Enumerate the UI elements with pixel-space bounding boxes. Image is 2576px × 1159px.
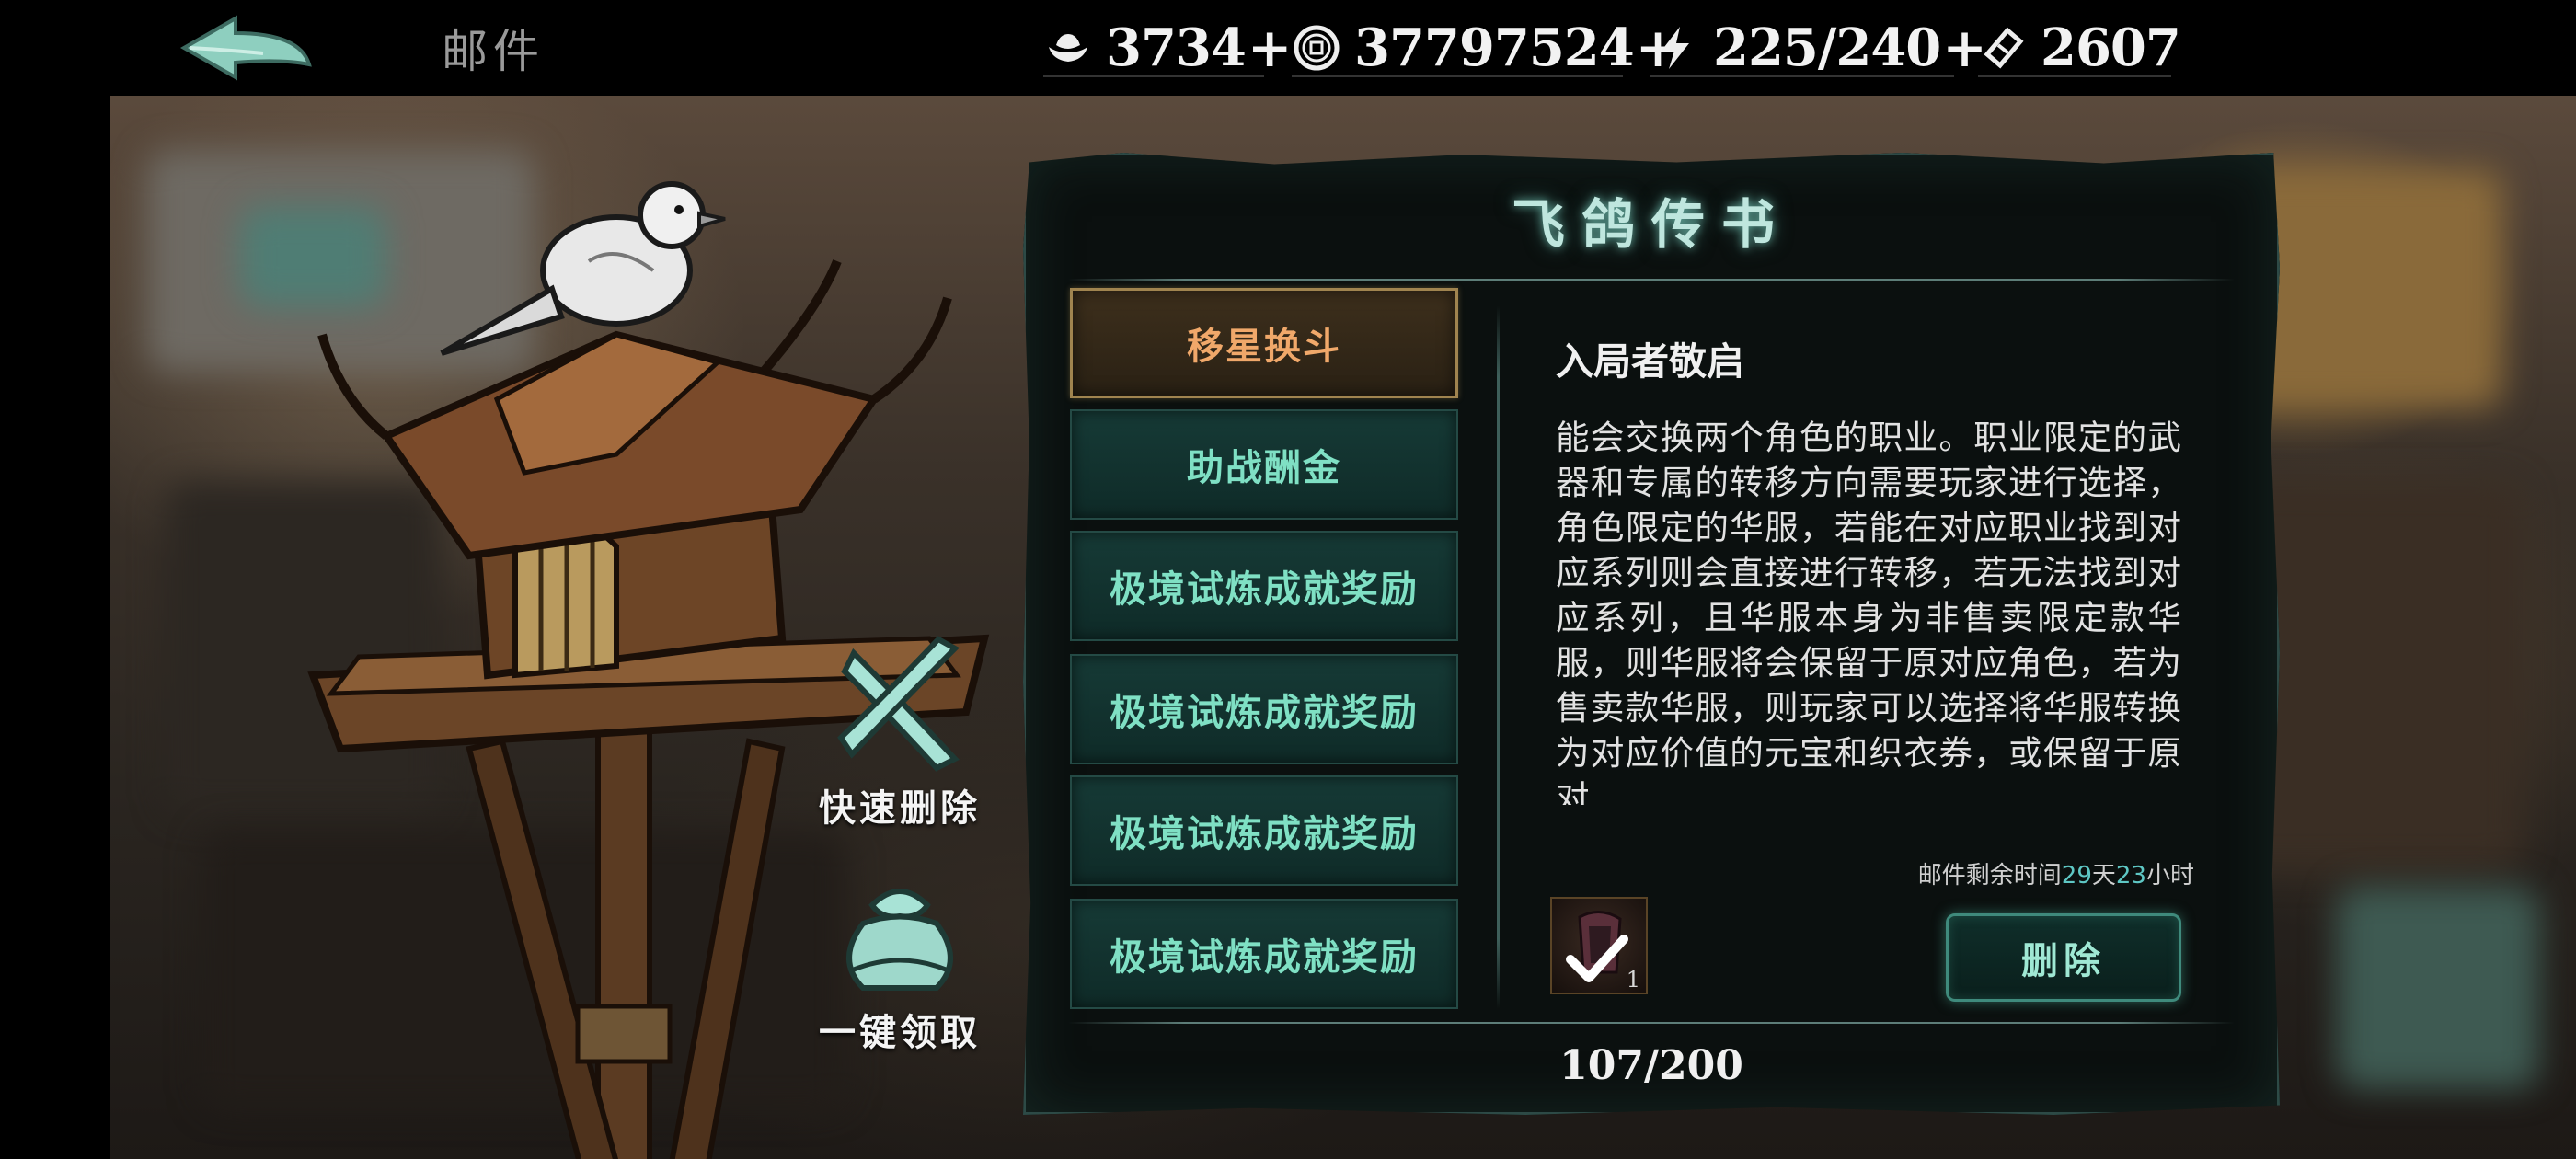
mail-item[interactable]: 极境试炼成就奖励 xyxy=(1070,654,1458,764)
divider xyxy=(1068,279,2235,281)
delete-label: 删除 xyxy=(2021,939,2106,982)
expire-day-unit: 天 xyxy=(2091,862,2116,889)
divider xyxy=(1068,1022,2235,1024)
add-ingot-button[interactable]: + xyxy=(1248,17,1293,79)
expire-prefix: 邮件剩余时间 xyxy=(1917,862,2062,889)
attachment-item[interactable]: 1 xyxy=(1550,897,1648,994)
panel-title: 飞鸽传书 xyxy=(1511,193,1791,256)
checkmark-icon xyxy=(1566,935,1628,982)
divider xyxy=(1650,75,1954,77)
resource-coin[interactable]: 37797524 + xyxy=(1292,11,1680,85)
mail-counter: 107/200 xyxy=(1559,1042,1743,1089)
mail-item-label: 极境试炼成就奖励 xyxy=(1110,568,1419,611)
mail-item-label: 极境试炼成就奖励 xyxy=(1110,812,1419,855)
resource-ticket[interactable]: 2607 xyxy=(1978,11,2181,85)
quick-delete-label: 快速删除 xyxy=(819,787,981,830)
mail-item[interactable]: 移星换斗 xyxy=(1070,288,1458,398)
divider xyxy=(1497,306,1500,1009)
expire-time: 邮件剩余时间29天23小时 xyxy=(1918,856,2194,890)
lightning-icon xyxy=(1662,27,1689,69)
mail-heading: 入局者敬启 xyxy=(1556,339,1744,384)
cross-icon xyxy=(837,636,960,772)
ingot-icon xyxy=(1049,34,1087,62)
mail-item[interactable]: 极境试炼成就奖励 xyxy=(1070,531,1458,641)
resource-ingot[interactable]: 3734 + xyxy=(1043,11,1292,85)
quick-delete-button[interactable]: 快速删除 xyxy=(819,635,981,832)
mail-item[interactable]: 极境试炼成就奖励 xyxy=(1070,899,1458,1009)
mail-panel: 飞鸽传书 移星换斗 助战酬金 极境试炼成就奖励 极境试炼成就奖励 极境试炼成就奖… xyxy=(1023,153,2280,1115)
mail-item[interactable]: 极境试炼成就奖励 xyxy=(1070,775,1458,886)
mail-item-label: 极境试炼成就奖励 xyxy=(1110,691,1419,734)
back-button[interactable] xyxy=(171,13,318,86)
expire-hour-unit: 小时 xyxy=(2145,862,2194,889)
resource-stamina[interactable]: 225/240 + xyxy=(1650,11,1987,85)
divider xyxy=(1978,75,2171,77)
expire-days: 29 xyxy=(2061,862,2092,889)
mail-item[interactable]: 助战酬金 xyxy=(1070,409,1458,520)
coin-value: 37797524 xyxy=(1354,17,1635,78)
stamina-value: 225/240 xyxy=(1713,17,1941,78)
attachment-count: 1 xyxy=(1626,967,1640,993)
mail-body: 能会交换两个角色的职业。职业限定的武器和专属的转移方向需要玩家进行选择，角色限定… xyxy=(1556,418,2181,805)
bag-icon xyxy=(846,889,953,991)
mail-item-label: 极境试炼成就奖励 xyxy=(1110,935,1419,979)
dovecote-illustration xyxy=(307,181,990,1159)
claim-all-button[interactable]: 一键领取 xyxy=(819,868,981,1056)
claim-all-label: 一键领取 xyxy=(819,1012,981,1054)
divider xyxy=(1292,75,1623,77)
top-bar: 邮件 3734 + 37797524 + 225/240 + 2607 xyxy=(0,0,2576,96)
page-title: 邮件 xyxy=(442,25,545,78)
ticket-icon xyxy=(1984,27,2024,69)
coin-icon xyxy=(1294,25,1340,71)
mail-item-label: 移星换斗 xyxy=(1187,325,1341,368)
delete-button[interactable]: 删除 xyxy=(1946,913,2181,1002)
ingot-value: 3734 xyxy=(1106,17,1247,78)
expire-hours: 23 xyxy=(2115,862,2146,889)
back-arrow-icon xyxy=(179,15,312,81)
mail-item-label: 助战酬金 xyxy=(1187,446,1341,489)
ticket-value: 2607 xyxy=(2041,17,2181,78)
mail-body-scroll[interactable]: 能会交换两个角色的职业。职业限定的武器和专属的转移方向需要玩家进行选择，角色限定… xyxy=(1556,415,2181,805)
divider xyxy=(1043,75,1264,77)
